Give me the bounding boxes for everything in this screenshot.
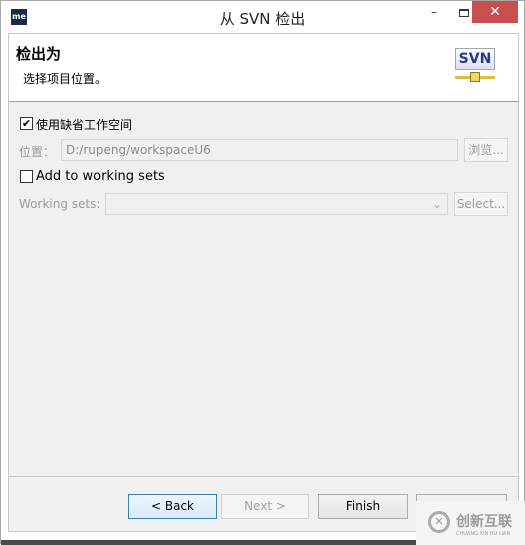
back-button[interactable]: < Back <box>128 494 217 519</box>
use-default-workspace-checkbox[interactable]: ✔ <box>20 117 33 130</box>
page-title: 检出为 <box>16 45 62 63</box>
next-button[interactable]: Next > <box>221 494 309 519</box>
minimize-button[interactable]: – <box>421 1 447 23</box>
watermark: ✕ 创新互联 CHUANG XIN HU LIAN <box>416 501 525 545</box>
finish-button[interactable]: Finish <box>318 494 408 519</box>
watermark-logo-icon: ✕ <box>428 511 450 533</box>
select-working-sets-button[interactable]: Select... <box>454 192 508 216</box>
add-to-working-sets-checkbox[interactable] <box>20 170 33 183</box>
location-input[interactable]: D:/rupeng/workspaceU6 <box>61 139 458 161</box>
working-sets-label: Working sets: <box>19 197 101 211</box>
title-bar: me 从 SVN 检出 – ✕ <box>1 1 524 33</box>
svn-checkout-dialog: me 从 SVN 检出 – ✕ 检出为 选择项目位置。 SVN ✔ 使用缺省工作… <box>0 0 525 545</box>
location-label: 位置： <box>19 145 56 159</box>
svn-logo-text: SVN <box>455 48 495 70</box>
watermark-subtext: CHUANG XIN HU LIAN <box>456 531 511 537</box>
wizard-header: 检出为 选择项目位置。 SVN <box>9 34 518 102</box>
maximize-icon <box>459 8 469 17</box>
wizard-content: 检出为 选择项目位置。 SVN ✔ 使用缺省工作空间 位置： D:/rupeng… <box>8 33 519 532</box>
use-default-workspace-label[interactable]: 使用缺省工作空间 <box>36 116 132 133</box>
svn-logo-icon: SVN <box>455 46 495 86</box>
watermark-text: 创新互联 <box>456 514 512 530</box>
divider <box>9 476 518 477</box>
close-button[interactable]: ✕ <box>472 1 518 23</box>
add-to-working-sets-label[interactable]: Add to working sets <box>36 169 165 184</box>
working-sets-combo[interactable]: ⌄ <box>105 193 448 215</box>
chevron-down-icon: ⌄ <box>431 197 442 211</box>
browse-button[interactable]: 浏览... <box>464 138 508 162</box>
page-description: 选择项目位置。 <box>23 72 108 86</box>
